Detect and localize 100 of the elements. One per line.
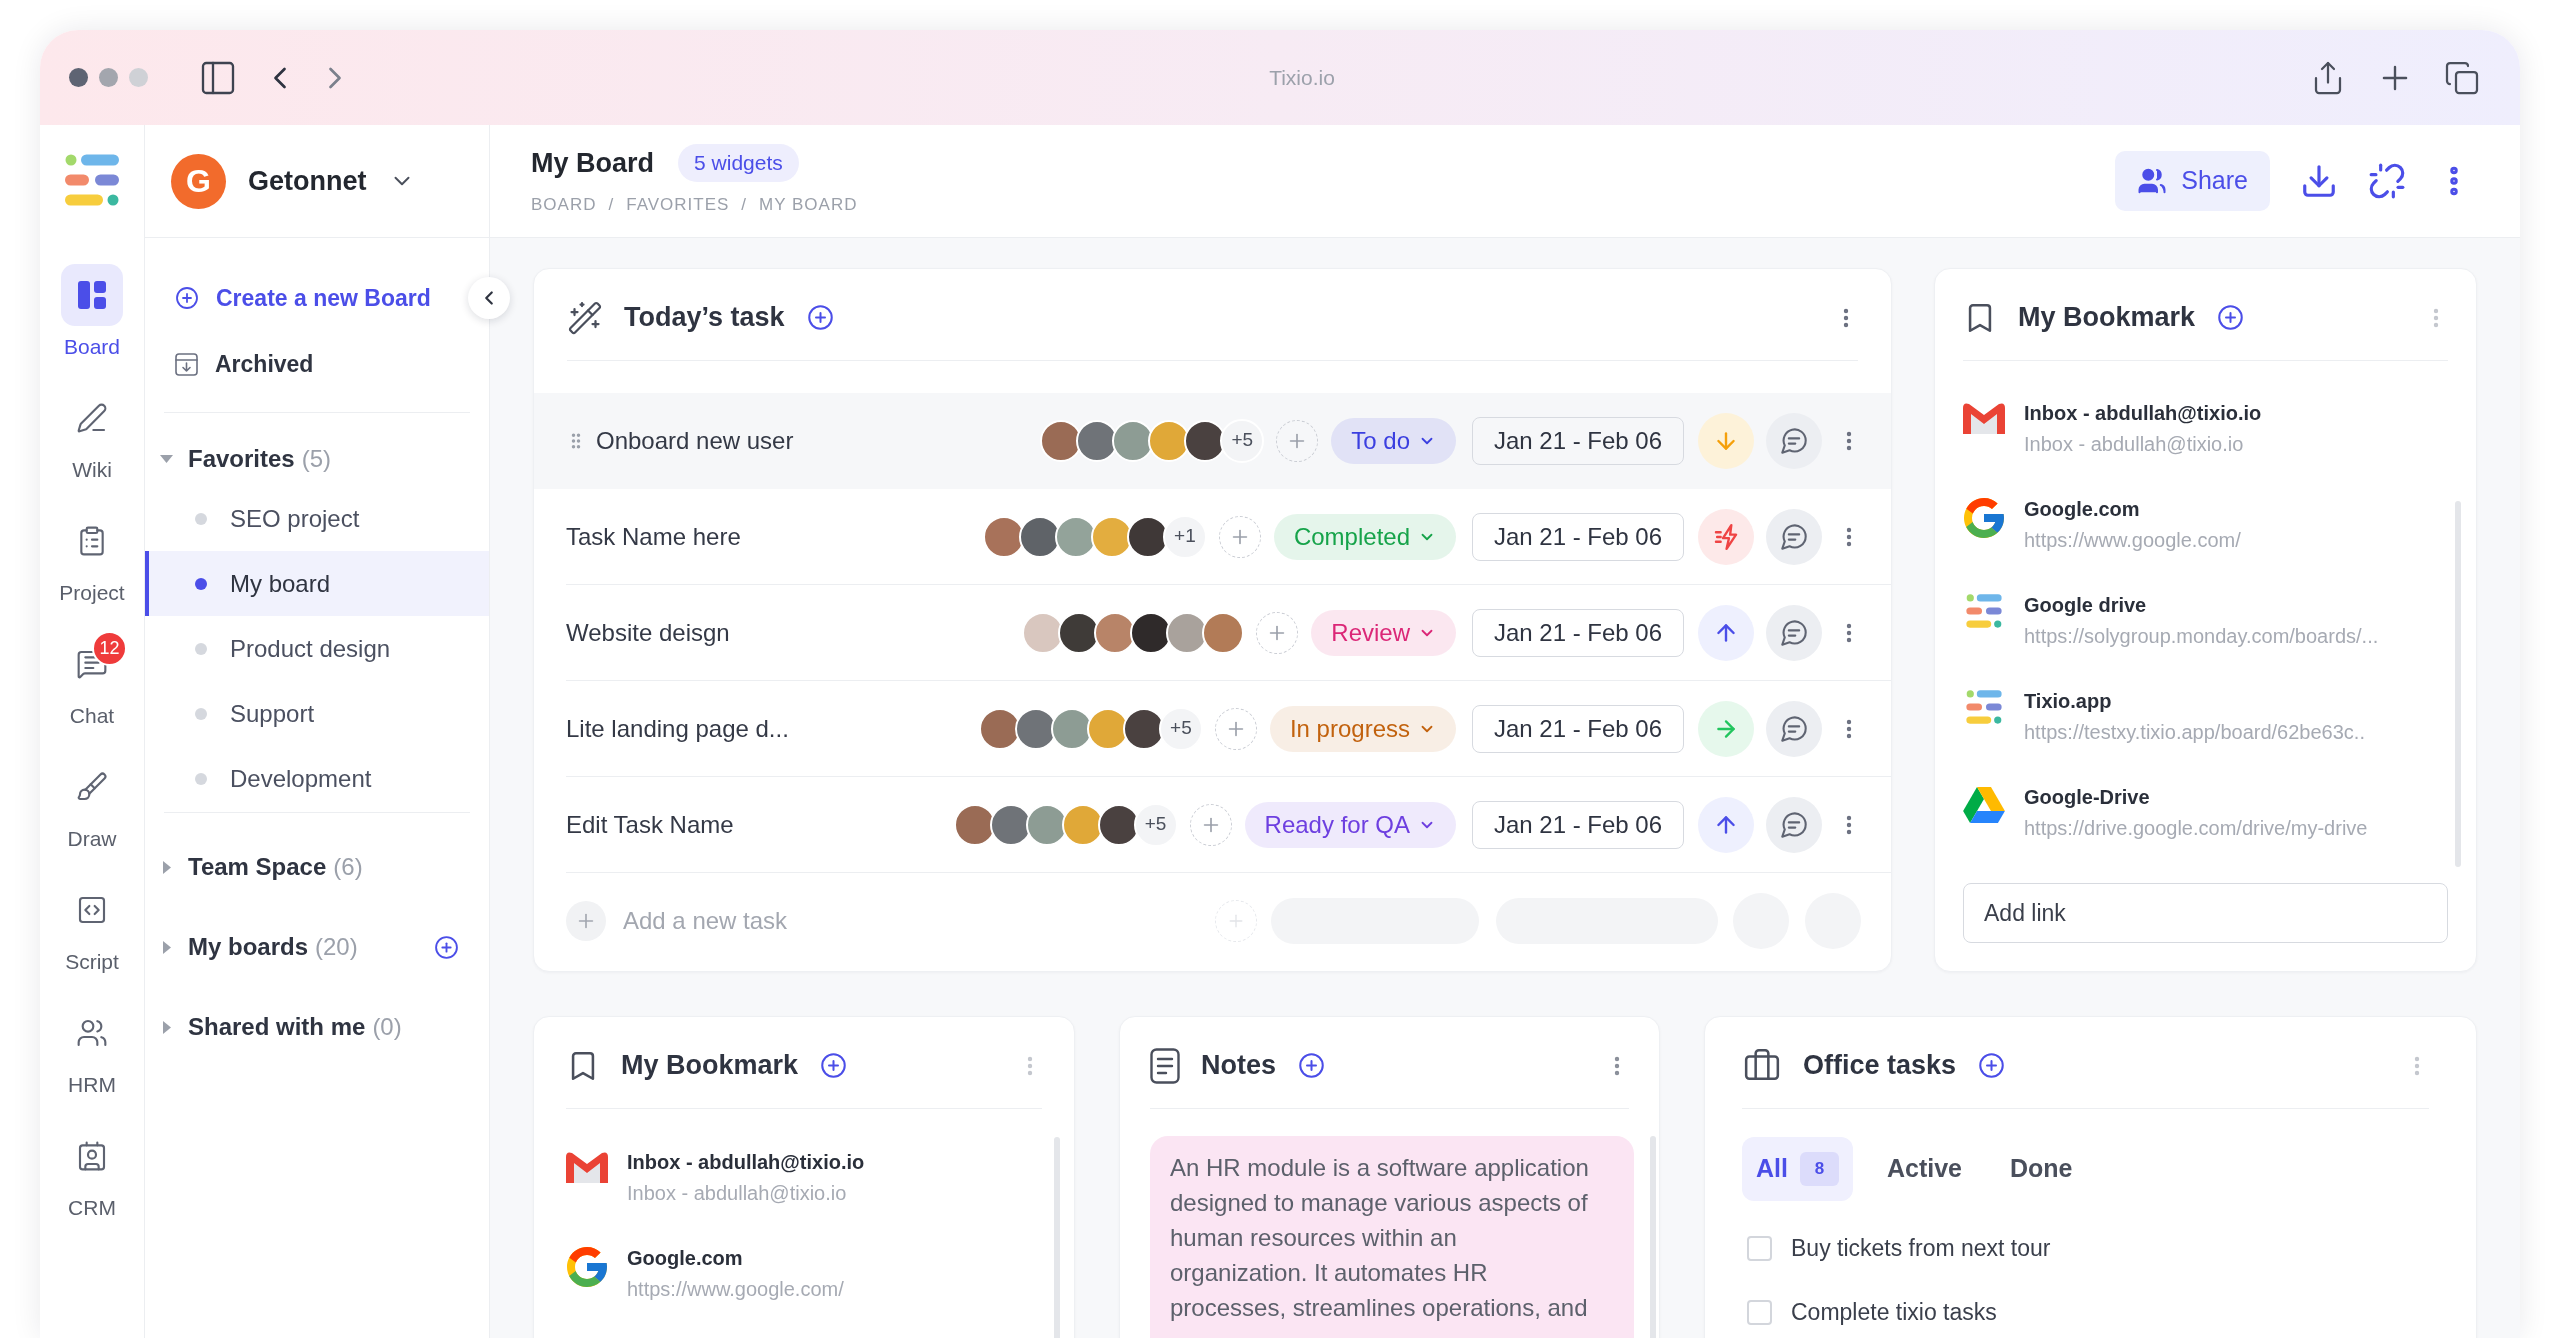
section-toggle[interactable]: Shared with me (0) (145, 1009, 402, 1045)
lightning-icon (1713, 523, 1739, 550)
filter-tab[interactable]: All 8 (1742, 1137, 1853, 1201)
more-count: +5 (1133, 802, 1178, 847)
task-name[interactable]: Task Name here (566, 518, 741, 555)
scrollbar-thumb[interactable] (1650, 1136, 1656, 1338)
task-name[interactable]: Onboard new user (596, 422, 794, 459)
task-row[interactable]: Lite landing page d... +5 In progress Jan 21 - Feb 06 (534, 681, 1891, 777)
create-board-button[interactable]: Create a new Board (175, 265, 431, 331)
rail-item[interactable]: Wiki (50, 387, 134, 482)
add-icon[interactable] (1298, 1052, 1325, 1079)
people-icon (76, 1017, 108, 1049)
share-button[interactable]: Share (2115, 151, 2270, 211)
task-name[interactable]: Lite landing page d... (566, 710, 789, 747)
date-range-field[interactable]: Jan 21 - Feb 06 (1472, 704, 1684, 753)
bookmark-url: https://testxy.tixio.app/board/62be63c.. (2024, 720, 2365, 745)
section-toggle[interactable]: Favorites (5) (145, 441, 332, 477)
date-range-field[interactable]: Jan 21 - Feb 06 (1472, 608, 1684, 657)
status-dropdown[interactable]: To do (1331, 417, 1456, 464)
nav-item[interactable]: Support (145, 681, 489, 746)
section-toggle[interactable]: Team Space (6) (145, 849, 363, 885)
bookmark-title[interactable]: Google.com (627, 1244, 844, 1272)
bookmark-title[interactable]: Inbox - abdullah@tixio.io (627, 1148, 865, 1176)
date-range-field[interactable]: Jan 21 - Feb 06 (1472, 416, 1684, 465)
date-range-field[interactable]: Jan 21 - Feb 06 (1472, 800, 1684, 849)
widget-title: My Bookmark (621, 1049, 799, 1083)
dashboard-icon (78, 281, 106, 309)
nav-item[interactable]: My board (145, 551, 489, 616)
contact-card-icon (76, 1140, 108, 1172)
bookmark-url: https://www.google.com/ (2024, 528, 2241, 553)
rail-item[interactable]: CRM (50, 1125, 134, 1220)
widget-title: My Bookmark (2018, 301, 2196, 335)
checkbox[interactable] (1747, 1235, 1772, 1261)
more-count: +5 (1158, 706, 1203, 751)
task-row[interactable]: Website deisgn Review Jan 21 - Feb 06 (534, 585, 1891, 681)
code-icon (76, 894, 108, 926)
note-card[interactable]: An HR module is a software application designed to manage various aspects of human resources within an organization. It automates HR processes, streamlines operations, and (1150, 1136, 1634, 1338)
chat-bubble-icon (1781, 811, 1807, 838)
color-bars-icon (1966, 690, 2002, 724)
scrollbar-thumb[interactable] (1054, 1137, 1060, 1338)
color-bars-icon (1966, 594, 2002, 628)
new-task-field[interactable]: Add a new task (623, 899, 1043, 943)
task-row[interactable]: Task Name here +1 Completed Jan 21 - Feb 06 (534, 489, 1891, 585)
copy-icon[interactable] (2444, 59, 2480, 96)
add-icon[interactable] (820, 1052, 848, 1079)
task-name[interactable]: Website deisgn (566, 614, 730, 651)
rail-item[interactable]: Project (50, 510, 134, 605)
bookmark-url: Inbox - abdullah@tixio.io (2024, 432, 2245, 457)
task-row[interactable]: Onboard new user +5 To do Jan 21 - Feb 06 (534, 393, 1891, 489)
filter-tab[interactable]: Active (1872, 1137, 1976, 1201)
bookmark-title[interactable]: Google drive (2024, 591, 2379, 619)
chat-bubble-icon (1781, 523, 1807, 550)
rail-item[interactable]: Board (50, 264, 134, 359)
task-row[interactable]: Edit Task Name +5 Ready for QA Jan 21 - Feb 06 (534, 777, 1891, 873)
download-icon[interactable] (2300, 162, 2338, 200)
add-icon[interactable] (2217, 304, 2245, 331)
add-icon[interactable] (806, 304, 834, 331)
bookmark-title[interactable]: Tixio.app (2024, 687, 2365, 715)
m-envelope-icon (566, 1151, 608, 1183)
status-dropdown[interactable]: In progress (1269, 705, 1456, 752)
widget-title: Notes (1201, 1049, 1276, 1083)
plus-circle-icon (175, 286, 199, 310)
note-text: An HR module is a software application designed to manage various aspects of human resources within an organization. It automates HR processes, streamlines operations, and (1170, 1153, 1590, 1323)
g-logo-icon (567, 1247, 607, 1287)
section-toggle[interactable]: My boards (20) (145, 929, 358, 965)
task-name[interactable]: Edit Task Name (566, 806, 734, 843)
bookmark-title[interactable]: Google-Drive (2024, 783, 2368, 811)
brush-icon (76, 771, 108, 803)
bookmark-title[interactable]: Inbox - abdullah@tixio.io (2024, 399, 2262, 427)
status-dropdown[interactable]: Ready for QA (1244, 801, 1456, 848)
item-count: (5) (301, 444, 332, 474)
bookmark-title[interactable]: Google.com (2024, 495, 2241, 523)
widget-title: Office tasks (1803, 1049, 1957, 1083)
add-link-field[interactable]: Add link (1963, 883, 2448, 943)
nav-item[interactable]: Development (145, 746, 489, 811)
triangle-logo-icon (1963, 786, 2005, 823)
count-badge: 8 (1799, 1152, 1839, 1186)
rail-item[interactable]: Draw (50, 756, 134, 851)
chat-bubble-icon (1781, 427, 1807, 454)
broken-link-icon[interactable] (2368, 162, 2406, 200)
app-logo (65, 154, 119, 206)
rail-item[interactable]: HRM (50, 1002, 134, 1097)
bookmark-url: https://drive.google.com/drive/my-drive (2024, 816, 2368, 841)
scrollbar-thumb[interactable] (2455, 501, 2461, 867)
nav-item[interactable]: Product design (145, 616, 489, 681)
add-icon[interactable] (1978, 1052, 2006, 1079)
checkbox[interactable] (1747, 1299, 1772, 1325)
nav-item[interactable]: SEO project (145, 486, 489, 551)
widget-title: Today’s task (624, 301, 785, 335)
rail-item[interactable]: Script (50, 879, 134, 974)
caret-right-icon (162, 940, 171, 954)
task-label: Complete tixio tasks (1791, 1297, 1997, 1327)
date-range-field[interactable]: Jan 21 - Feb 06 (1472, 512, 1684, 561)
rail-item[interactable]: 12 Chat (50, 633, 134, 728)
collapse-button[interactable] (468, 277, 510, 319)
filter-tab[interactable]: Done (1996, 1137, 2087, 1201)
status-dropdown[interactable]: Review (1311, 609, 1456, 656)
archived-button[interactable]: Archived (175, 331, 314, 397)
add-icon[interactable] (434, 934, 459, 960)
chat-bubble-icon (1781, 619, 1807, 646)
